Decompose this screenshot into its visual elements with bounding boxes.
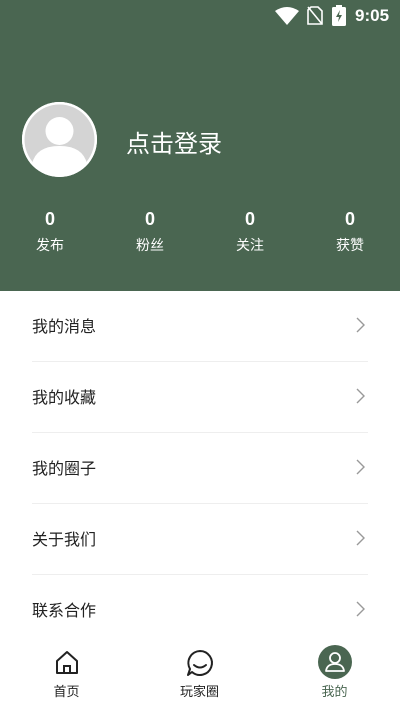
chevron-right-icon (356, 317, 365, 333)
tab-label: 首页 (53, 685, 80, 700)
stat-label: 关注 (236, 238, 264, 254)
chevron-right-icon (356, 530, 365, 546)
tab-home[interactable]: 首页 (0, 640, 133, 711)
menu-item-label: 我的圈子 (32, 459, 97, 478)
menu-item-label: 我的收藏 (32, 388, 97, 407)
home-icon (55, 651, 78, 674)
stat-likes[interactable]: 0 获赞 (300, 205, 400, 259)
menu-item-contact[interactable]: 联系合作 (32, 575, 368, 646)
stat-following[interactable]: 0 关注 (200, 205, 300, 259)
user-icon (317, 645, 352, 679)
battery-charging-icon (332, 5, 346, 26)
stat-label: 发布 (36, 238, 64, 254)
menu-item-favorites[interactable]: 我的收藏 (32, 362, 368, 433)
menu-item-label: 联系合作 (32, 601, 97, 620)
tab-label: 我的 (321, 685, 348, 700)
stats-row: 0 发布 0 粉丝 0 关注 0 获赞 (0, 205, 400, 269)
default-avatar-icon (22, 102, 97, 177)
stat-label: 获赞 (336, 238, 364, 254)
no-sim-icon (307, 6, 323, 25)
status-bar: 9:05 (0, 0, 400, 32)
stat-value: 0 (344, 209, 355, 229)
menu-item-about[interactable]: 关于我们 (32, 504, 368, 575)
stat-posts[interactable]: 0 发布 (0, 205, 100, 259)
avatar[interactable] (22, 102, 97, 177)
tab-label: 玩家圈 (179, 685, 219, 700)
chevron-right-icon (356, 459, 365, 475)
chat-bubble-icon (186, 650, 213, 676)
tab-mine[interactable]: 我的 (268, 640, 400, 711)
menu-item-label: 关于我们 (32, 530, 97, 549)
menu-item-circles[interactable]: 我的圈子 (32, 433, 368, 504)
status-time: 9:05 (355, 6, 390, 25)
menu-item-label: 我的消息 (32, 317, 97, 336)
stat-fans[interactable]: 0 粉丝 (100, 205, 200, 259)
chevron-right-icon (356, 601, 365, 617)
bottom-tab-bar: 首页 玩家圈 我的 (0, 640, 400, 711)
profile-header: 9:05 点击登录 0 发布 0 粉丝 0 关注 0 获赞 (0, 0, 400, 291)
stat-label: 粉丝 (136, 238, 164, 254)
stat-value: 0 (244, 209, 255, 229)
tab-player-circle[interactable]: 玩家圈 (133, 640, 266, 711)
wifi-icon (275, 7, 299, 25)
menu-item-messages[interactable]: 我的消息 (32, 291, 368, 362)
stat-value: 0 (44, 209, 55, 229)
chevron-right-icon (356, 388, 365, 404)
stat-value: 0 (144, 209, 155, 229)
login-button[interactable]: 点击登录 (126, 124, 222, 159)
